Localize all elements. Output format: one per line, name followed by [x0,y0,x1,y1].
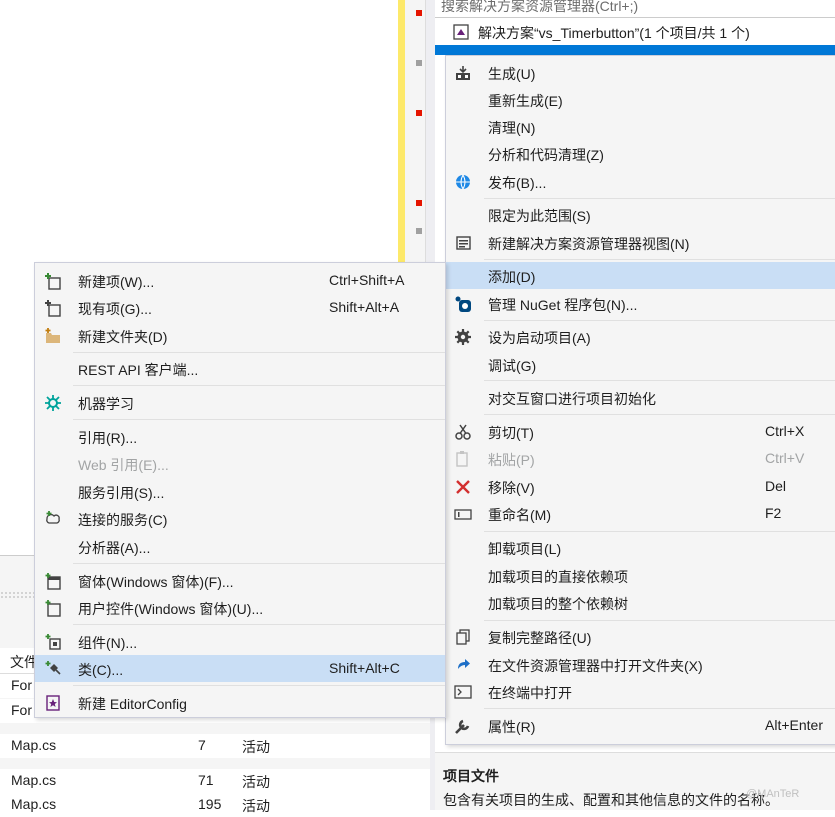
menu-separator [484,414,835,415]
user-control-icon [45,600,61,617]
menu-item-publish[interactable]: 发布(B)... [446,168,835,195]
solution-icon [453,24,469,40]
form-icon [45,573,61,590]
build-icon [456,66,470,80]
menu-item-properties[interactable]: 属性(R) Alt+Enter [446,712,835,739]
menu-separator [484,531,835,532]
menu-item-set-startup[interactable]: 设为启动项目(A) [446,323,835,350]
menu-separator [73,624,445,625]
menu-item-new-folder[interactable]: 新建文件夹(D) [35,322,445,349]
scroll-marker [416,60,422,66]
menu-item-machine-learning[interactable]: 机器学习 [35,389,445,416]
menu-item-nuget[interactable]: 管理 NuGet 程序包(N)... [446,290,835,317]
menu-separator [484,380,835,381]
menu-item-add[interactable]: 添加(D) [446,262,835,289]
menu-item-component[interactable]: 组件(N)... [35,628,445,655]
error-marker [416,200,422,206]
paste-icon [456,451,468,467]
table-row[interactable]: Map.cs 195 活动 [0,793,430,817]
wrench-icon [455,719,470,734]
menu-separator [73,352,445,353]
project-context-menu: 生成(U) 重新生成(E) 清理(N) 分析和代码清理(Z) 发布(B)... … [445,55,835,745]
menu-item-load-direct-deps[interactable]: 加载项目的直接依赖项 [446,562,835,589]
menu-separator [484,708,835,709]
menu-item-cut[interactable]: 剪切(T) Ctrl+X [446,418,835,445]
new-folder-icon [45,328,60,343]
menu-item-rename[interactable]: 重命名(M) F2 [446,500,835,527]
menu-separator [73,685,445,686]
search-input[interactable]: 搜索解决方案资源管理器(Ctrl+;) [435,0,835,18]
menu-item-load-dep-tree[interactable]: 加载项目的整个依赖树 [446,589,835,616]
menu-separator [484,259,835,260]
selected-project-node[interactable] [435,45,835,55]
menu-item-remove[interactable]: 移除(V) Del [446,473,835,500]
scissors-icon [455,424,471,440]
editorconfig-icon [46,695,60,711]
menu-item-analyzer[interactable]: 分析器(A)... [35,533,445,560]
menu-item-web-reference[interactable]: Web 引用(E)... [35,450,445,477]
solution-node[interactable]: 解决方案“vs_Timerbutton”(1 个项目/共 1 个) [435,20,835,44]
menu-separator [73,385,445,386]
menu-item-new-editorconfig[interactable]: 新建 EditorConfig [35,689,445,716]
properties-description: 项目文件 包含有关项目的生成、配置和其他信息的文件的名称。 [435,752,835,810]
menu-item-new-view[interactable]: 新建解决方案资源管理器视图(N) [446,229,835,256]
menu-item-windows-form[interactable]: 窗体(Windows 窗体)(F)... [35,567,445,594]
table-row[interactable]: Map.cs 71 活动 [0,769,430,793]
menu-item-analyze[interactable]: 分析和代码清理(Z) [446,140,835,167]
copy-icon [456,629,470,645]
menu-item-open-terminal[interactable]: 在终端中打开 [446,678,835,705]
menu-item-paste[interactable]: 粘贴(P) Ctrl+V [446,445,835,472]
menu-item-existing-item[interactable]: 现有项(G)... Shift+Alt+A [35,294,445,321]
machine-learning-icon [45,395,61,411]
watermark: @MAnTeR [746,788,800,800]
menu-item-copy-path[interactable]: 复制完整路径(U) [446,623,835,650]
menu-item-service-reference[interactable]: 服务引用(S)... [35,478,445,505]
error-marker [416,110,422,116]
menu-separator [73,419,445,420]
change-bar [398,0,405,270]
menu-separator [484,198,835,199]
component-icon [45,634,61,650]
menu-separator [484,620,835,621]
menu-item-connected-service[interactable]: 连接的服务(C) [35,505,445,532]
menu-item-reference[interactable]: 引用(R)... [35,423,445,450]
menu-item-debug[interactable]: 调试(G) [446,351,835,378]
menu-item-class[interactable]: 类(C)... Shift+Alt+C [35,655,445,682]
menu-item-clean[interactable]: 清理(N) [446,113,835,140]
terminal-icon [454,685,472,699]
menu-separator [484,320,835,321]
scroll-marker [416,228,422,234]
existing-item-icon [45,300,61,317]
add-submenu: 新建项(W)... Ctrl+Shift+A 现有项(G)... Shift+A… [34,262,446,718]
menu-item-user-control[interactable]: 用户控件(Windows 窗体)(U)... [35,594,445,621]
menu-item-rest-api[interactable]: REST API 客户端... [35,355,445,382]
menu-separator [73,563,445,564]
connected-service-icon [46,511,60,524]
error-marker [416,10,422,16]
class-icon [45,661,61,675]
remove-icon [456,480,470,494]
rename-icon [454,509,472,520]
nuget-icon [455,296,471,312]
refresh-arrow-icon [458,659,470,669]
globe-icon [456,174,470,190]
menu-item-build[interactable]: 生成(U) [446,59,835,86]
menu-item-rebuild[interactable]: 重新生成(E) [446,86,835,113]
new-item-icon [45,273,61,290]
menu-item-new-item[interactable]: 新建项(W)... Ctrl+Shift+A [35,267,445,294]
menu-item-open-folder[interactable]: 在文件资源管理器中打开文件夹(X) [446,651,835,678]
gear-icon [455,329,471,345]
menu-item-unload[interactable]: 卸载项目(L) [446,534,835,561]
menu-item-interactive-init[interactable]: 对交互窗口进行项目初始化 [446,384,835,411]
table-row[interactable]: Map.cs 7 活动 [0,734,430,758]
new-view-icon [456,236,471,250]
menu-item-scope[interactable]: 限定为此范围(S) [446,201,835,228]
